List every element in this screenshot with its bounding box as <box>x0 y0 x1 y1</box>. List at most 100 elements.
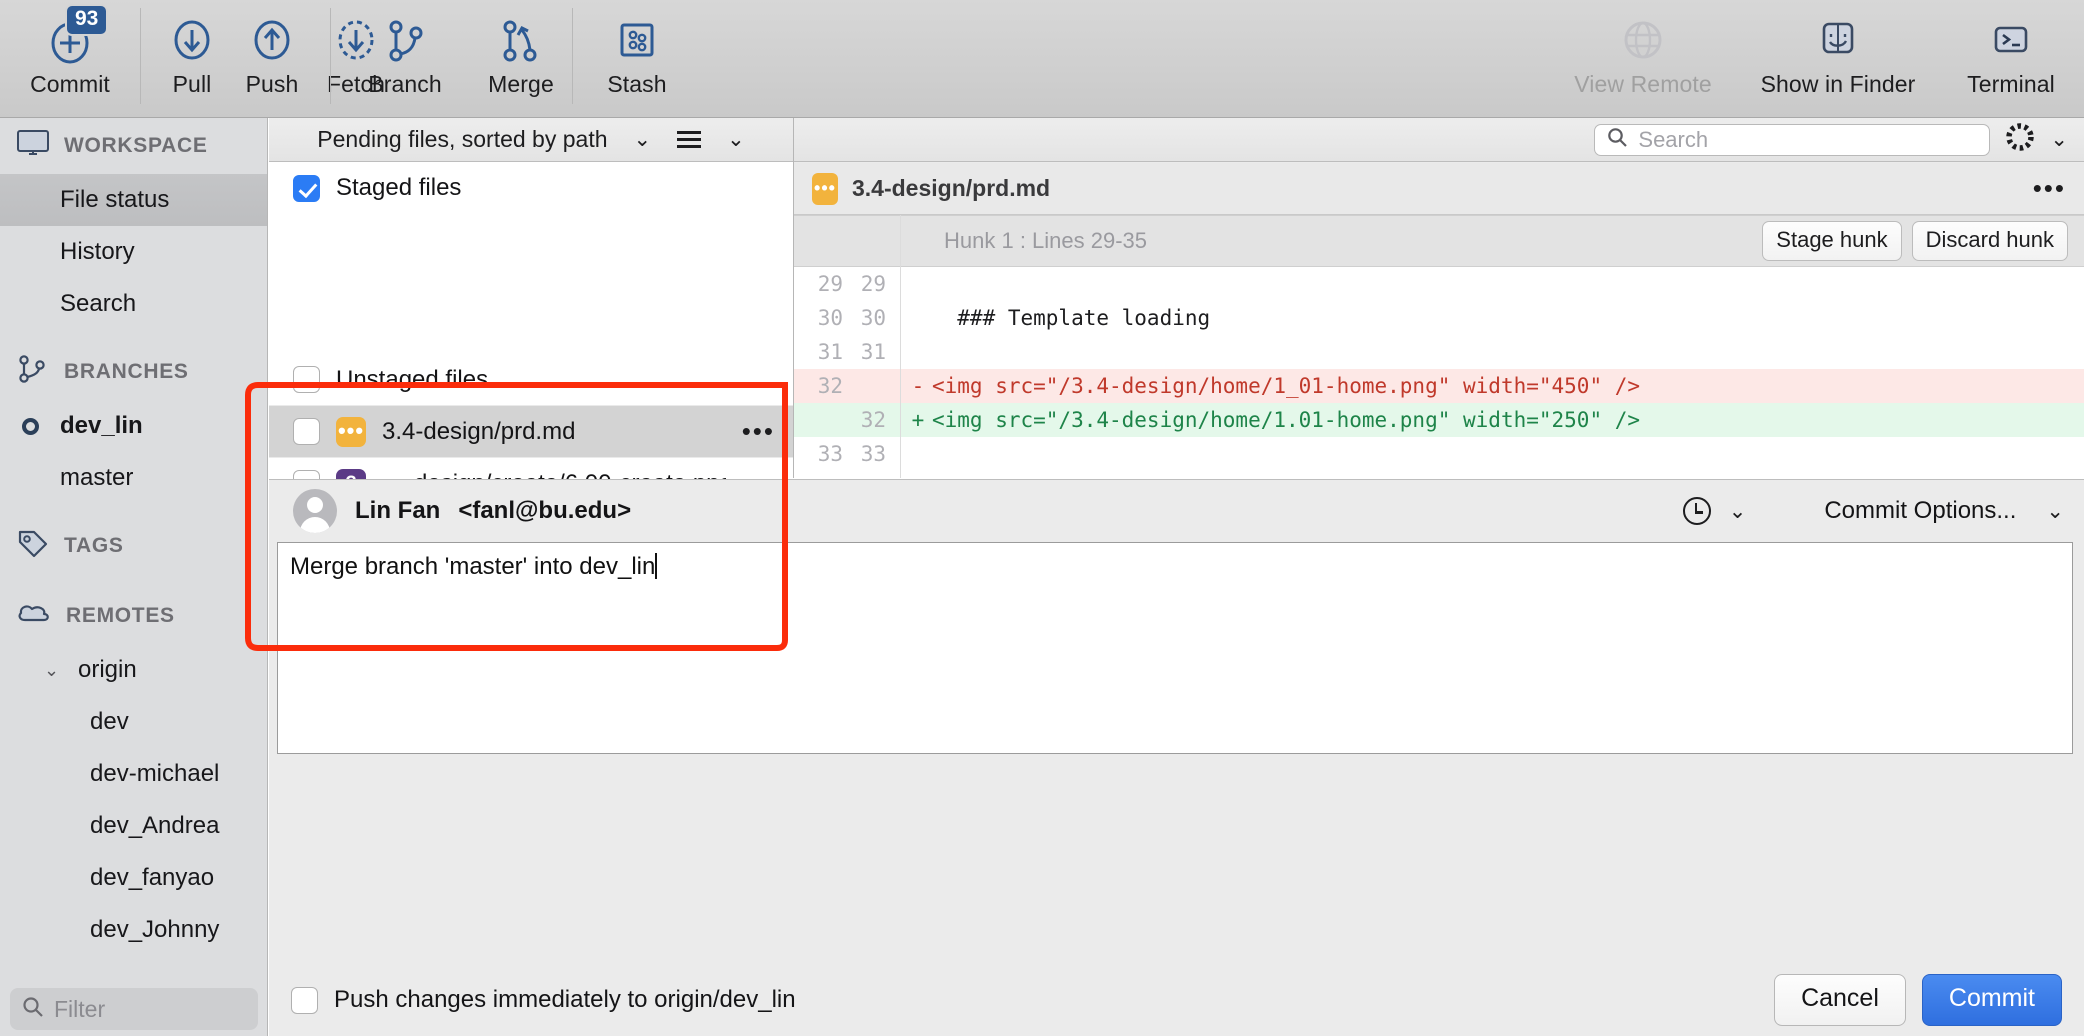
sidebar-remote-origin[interactable]: ⌄ origin <box>0 644 267 696</box>
chevron-down-icon: ⌄ <box>44 659 60 680</box>
toolbar-pull-button[interactable]: Pull <box>152 0 232 98</box>
staged-files-empty-area <box>269 214 793 354</box>
toolbar-show-in-finder-button[interactable]: Show in Finder <box>1734 0 1942 98</box>
commit-button[interactable]: Commit <box>1921 974 2062 1026</box>
unstaged-files-group-row[interactable]: Unstaged files <box>269 354 793 406</box>
main-toolbar: 93 Commit Pull Push Fetch Branch Merge S… <box>0 0 2084 118</box>
sidebar-remote-branch-dev-johnny[interactable]: dev_Johnny <box>0 904 267 956</box>
diff-line-added: 32 + <img src="/3.4-design/home/1.01-hom… <box>794 403 2084 437</box>
sidebar-filter-input[interactable]: Filter <box>10 988 258 1030</box>
row-menu-icon[interactable]: ••• <box>742 418 775 443</box>
file-name: 3.4-design/prd.md <box>382 417 576 445</box>
timestamp-chevron-down-icon[interactable]: ⌄ <box>1729 499 1747 524</box>
toolbar-merge-button[interactable]: Merge <box>466 0 576 98</box>
staged-files-checkbox[interactable] <box>293 174 320 202</box>
diff-file-name: 3.4-design/prd.md <box>852 175 1051 201</box>
sidebar-remote-branch-dev-fanyao[interactable]: dev_fanyao <box>0 852 267 904</box>
diff-line: 29 29 <box>794 267 2084 301</box>
sidebar-section-branches: BRANCHES <box>0 344 267 400</box>
toolbar-divider-2 <box>330 8 331 104</box>
view-mode-chevron-down-icon[interactable]: ⌄ <box>727 127 745 152</box>
toolbar-settings-button[interactable]: Settings <box>2080 0 2084 98</box>
push-immediately-label: Push changes immediately to origin/dev_l… <box>334 986 796 1013</box>
commit-message-input[interactable]: Merge branch 'master' into dev_lin <box>277 542 2073 754</box>
sidebar-branch-dev-lin-label: dev_lin <box>60 412 143 439</box>
diff-code-hunk-1[interactable]: 29 29 30 30 ### Template loading 31 31 3… <box>794 267 2084 478</box>
diff-line-removed: 32 - <img src="/3.4-design/home/1_01-hom… <box>794 369 2084 403</box>
cancel-button[interactable]: Cancel <box>1774 974 1906 1026</box>
diff-file-menu-icon[interactable]: ••• <box>2033 175 2066 200</box>
search-icon <box>1607 127 1628 153</box>
diff-old-line-number: 30 <box>817 306 843 330</box>
sidebar-branch-dev-lin[interactable]: dev_lin <box>0 400 267 452</box>
view-mode-icon[interactable] <box>677 131 702 148</box>
sidebar-remote-branch-dev-andrea-label: dev_Andrea <box>90 812 220 839</box>
sidebar-section-workspace: WORKSPACE <box>0 118 267 174</box>
staged-files-label: Staged files <box>336 174 462 201</box>
diff-line: 30 30 ### Template loading <box>794 301 2084 335</box>
commit-author-name: Lin Fan <box>355 497 441 524</box>
sidebar-remote-branch-dev-fanyao-label: dev_fanyao <box>90 864 215 891</box>
stage-hunk-button[interactable]: Stage hunk <box>1762 221 1902 261</box>
sidebar-item-history[interactable]: History <box>0 226 267 278</box>
diff-settings-chevron-down-icon[interactable]: ⌄ <box>2050 127 2068 152</box>
sort-chevron-down-icon[interactable]: ⌄ <box>634 127 652 152</box>
sidebar-remote-branch-dev[interactable]: dev <box>0 696 267 748</box>
sidebar-item-history-label: History <box>60 238 135 265</box>
unstaged-files-label: Unstaged files <box>336 365 489 393</box>
diff-new-line-number: 33 <box>860 442 886 466</box>
sidebar-remote-branch-dev-michael-label: dev-michael <box>90 760 220 787</box>
diff-search-bar: Search ⌄ <box>794 118 2084 162</box>
commit-options-dropdown[interactable]: Commit Options... <box>1824 497 2016 525</box>
sidebar-item-file-status-label: File status <box>60 186 170 213</box>
diff-line: 34 34 > 1.01-home <box>794 471 2084 478</box>
commit-timestamp-icon[interactable] <box>1682 497 1711 525</box>
staged-files-group-row[interactable]: Staged files <box>269 162 793 214</box>
branch-icon <box>380 14 430 66</box>
toolbar-stash-button[interactable]: Stash <box>584 0 690 98</box>
toolbar-view-remote-button[interactable]: View Remote <box>1552 0 1734 98</box>
toolbar-divider-1 <box>140 8 141 104</box>
diff-settings-gear-icon[interactable] <box>2006 123 2035 156</box>
sidebar-section-tags-label: TAGS <box>64 534 124 557</box>
arrow-down-circle-icon <box>167 14 217 66</box>
search-input[interactable]: Search <box>1594 123 1991 156</box>
diff-new-line-number: 32 <box>860 408 886 432</box>
hunk-header-1: Hunk 1 : Lines 29-35 Stage hunk Discard … <box>794 215 2084 267</box>
avatar <box>293 489 337 533</box>
table-row[interactable]: ••• 3.4-design/prd.md ••• <box>269 406 793 458</box>
stash-box-icon <box>613 14 661 66</box>
toolbar-show-in-finder-label: Show in Finder <box>1760 71 1916 97</box>
tag-icon <box>16 528 50 564</box>
diff-sign: + <box>911 408 925 432</box>
globe-icon <box>1618 14 1668 66</box>
toolbar-commit-button[interactable]: 93 Commit <box>0 0 140 98</box>
branch-icon <box>16 354 50 390</box>
commit-options-chevron-down-icon[interactable]: ⌄ <box>2046 499 2064 524</box>
toolbar-push-button[interactable]: Push <box>232 0 312 98</box>
toolbar-terminal-button[interactable]: Terminal <box>1942 0 2080 98</box>
sidebar-remote-branch-dev-andrea[interactable]: dev_Andrea <box>0 800 267 852</box>
toolbar-branch-button[interactable]: Branch <box>344 0 466 98</box>
sidebar-branch-master[interactable]: master <box>0 452 267 504</box>
commit-plus-icon: 93 <box>43 4 109 66</box>
merge-icon <box>496 14 546 66</box>
toolbar-terminal-label: Terminal <box>1967 71 2055 97</box>
sidebar-item-file-status[interactable]: File status <box>0 174 267 226</box>
sidebar-remote-branch-dev-michael[interactable]: dev-michael <box>0 748 267 800</box>
push-immediately-checkbox[interactable] <box>291 986 318 1014</box>
search-placeholder: Search <box>1638 126 1709 152</box>
sidebar-item-search[interactable]: Search <box>0 278 267 330</box>
current-branch-dot-icon <box>22 417 39 435</box>
diff-line: 31 31 <box>794 335 2084 369</box>
discard-hunk-button[interactable]: Discard hunk <box>1911 221 2068 261</box>
toolbar-view-remote-label: View Remote <box>1574 71 1712 97</box>
unstaged-files-checkbox[interactable] <box>293 366 320 393</box>
pending-files-sort-dropdown[interactable]: Pending files, sorted by path <box>317 126 607 153</box>
commit-message-text: Merge branch 'master' into dev_lin <box>290 553 656 580</box>
sidebar-filter-placeholder: Filter <box>54 995 106 1022</box>
diff-new-line-number: 30 <box>860 306 886 330</box>
finder-icon <box>1814 14 1862 66</box>
file-checkbox[interactable] <box>293 418 320 445</box>
diff-text: > 1.01-home <box>932 476 1096 478</box>
